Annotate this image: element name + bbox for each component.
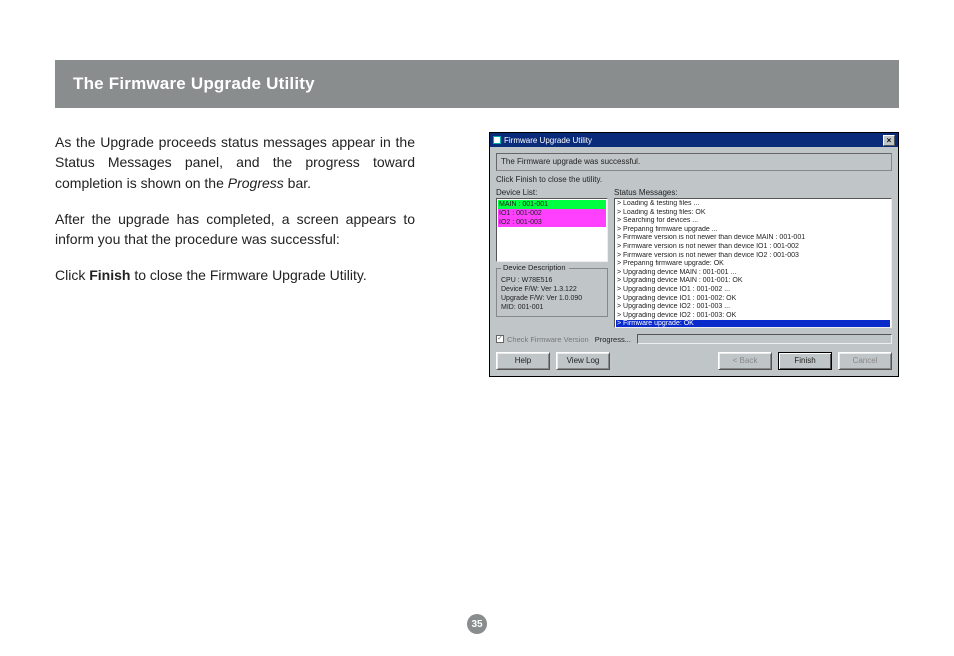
device-list-item[interactable]: IO2 : 001-003 [498,218,606,227]
progress-bar [637,334,892,344]
status-message-item[interactable]: > Upgrading device IO1 : 001-002 ... [616,286,890,295]
progress-label: Progress... [595,335,631,344]
success-message-panel: The Firmware upgrade was successful. [496,153,892,171]
status-message-item[interactable]: > Upgrading device MAIN : 001-001 ... [616,269,890,278]
device-description-line: Device F/W: Ver 1.3.122 [501,285,603,294]
status-message-item[interactable]: > Firmware version is not newer than dev… [616,252,890,261]
p1-italic: Progress [228,175,284,191]
status-messages-label: Status Messages: [614,188,892,197]
app-icon [493,136,501,144]
section-title: The Firmware Upgrade Utility [73,74,315,93]
status-message-item-selected[interactable]: > Firmware upgrade: OK [616,320,890,328]
device-description-group: Device Description CPU : W78E516Device F… [496,268,608,317]
device-description-line: Upgrade F/W: Ver 1.0.090 [501,294,603,303]
p1-text-b: bar. [284,175,311,191]
cancel-button: Cancel [838,352,892,370]
status-message-item[interactable]: > Preparing firmware upgrade ... [616,226,890,235]
p3-text-a: Click [55,267,89,283]
checkbox-icon [496,335,504,343]
finish-button[interactable]: Finish [778,352,832,370]
back-button: < Back [718,352,772,370]
device-description-legend: Device Description [501,263,568,272]
device-list-item[interactable]: MAIN : 001-001 [498,200,606,209]
status-message-item[interactable]: > Loading & testing files ... [616,200,890,209]
status-message-item[interactable]: > Upgrading device IO1 : 001-002: OK [616,295,890,304]
paragraph-2: After the upgrade has completed, a scree… [55,209,415,250]
dialog-title: Firmware Upgrade Utility [504,136,592,145]
status-message-item[interactable]: > Upgrading device IO2 : 001-003: OK [616,312,890,321]
status-message-item[interactable]: > Loading & testing files: OK [616,209,890,218]
firmware-upgrade-dialog: Firmware Upgrade Utility × The Firmware … [489,132,899,377]
status-message-item[interactable]: > Upgrading device MAIN : 001-001: OK [616,277,890,286]
paragraph-1: As the Upgrade proceeds status messages … [55,132,415,193]
status-message-item[interactable]: > Upgrading device IO2 : 001-003 ... [616,303,890,312]
help-button[interactable]: Help [496,352,550,370]
device-description-line: CPU : W78E516 [501,276,603,285]
status-message-item[interactable]: > Preparing firmware upgrade: OK [616,260,890,269]
instruction-text: Click Finish to close the utility. [496,175,892,184]
close-button[interactable]: × [883,135,895,146]
status-messages-listbox[interactable]: > Loading & testing files ...> Loading &… [614,198,892,328]
p3-bold: Finish [89,267,130,283]
status-message-item[interactable]: > Firmware version is not newer than dev… [616,234,890,243]
view-log-button[interactable]: View Log [556,352,610,370]
dialog-title-bar[interactable]: Firmware Upgrade Utility × [490,133,898,147]
p3-text-b: to close the Firmware Upgrade Utility. [130,267,366,283]
success-message: The Firmware upgrade was successful. [501,157,640,166]
check-firmware-label: Check Firmware Version [507,335,589,344]
status-message-item[interactable]: > Searching for devices ... [616,217,890,226]
body-text-column: As the Upgrade proceeds status messages … [55,132,415,377]
paragraph-3: Click Finish to close the Firmware Upgra… [55,265,415,285]
device-listbox[interactable]: MAIN : 001-001IO1 : 001-002IO2 : 001-003 [496,198,608,262]
status-message-item[interactable]: > Firmware version is not newer than dev… [616,243,890,252]
page-number-badge: 35 [467,614,487,634]
device-list-label: Device List: [496,188,608,197]
section-title-bar: The Firmware Upgrade Utility [55,60,899,108]
device-description-line: MID: 001-001 [501,303,603,312]
check-firmware-checkbox[interactable]: Check Firmware Version [496,335,589,344]
device-list-item[interactable]: IO1 : 001-002 [498,209,606,218]
